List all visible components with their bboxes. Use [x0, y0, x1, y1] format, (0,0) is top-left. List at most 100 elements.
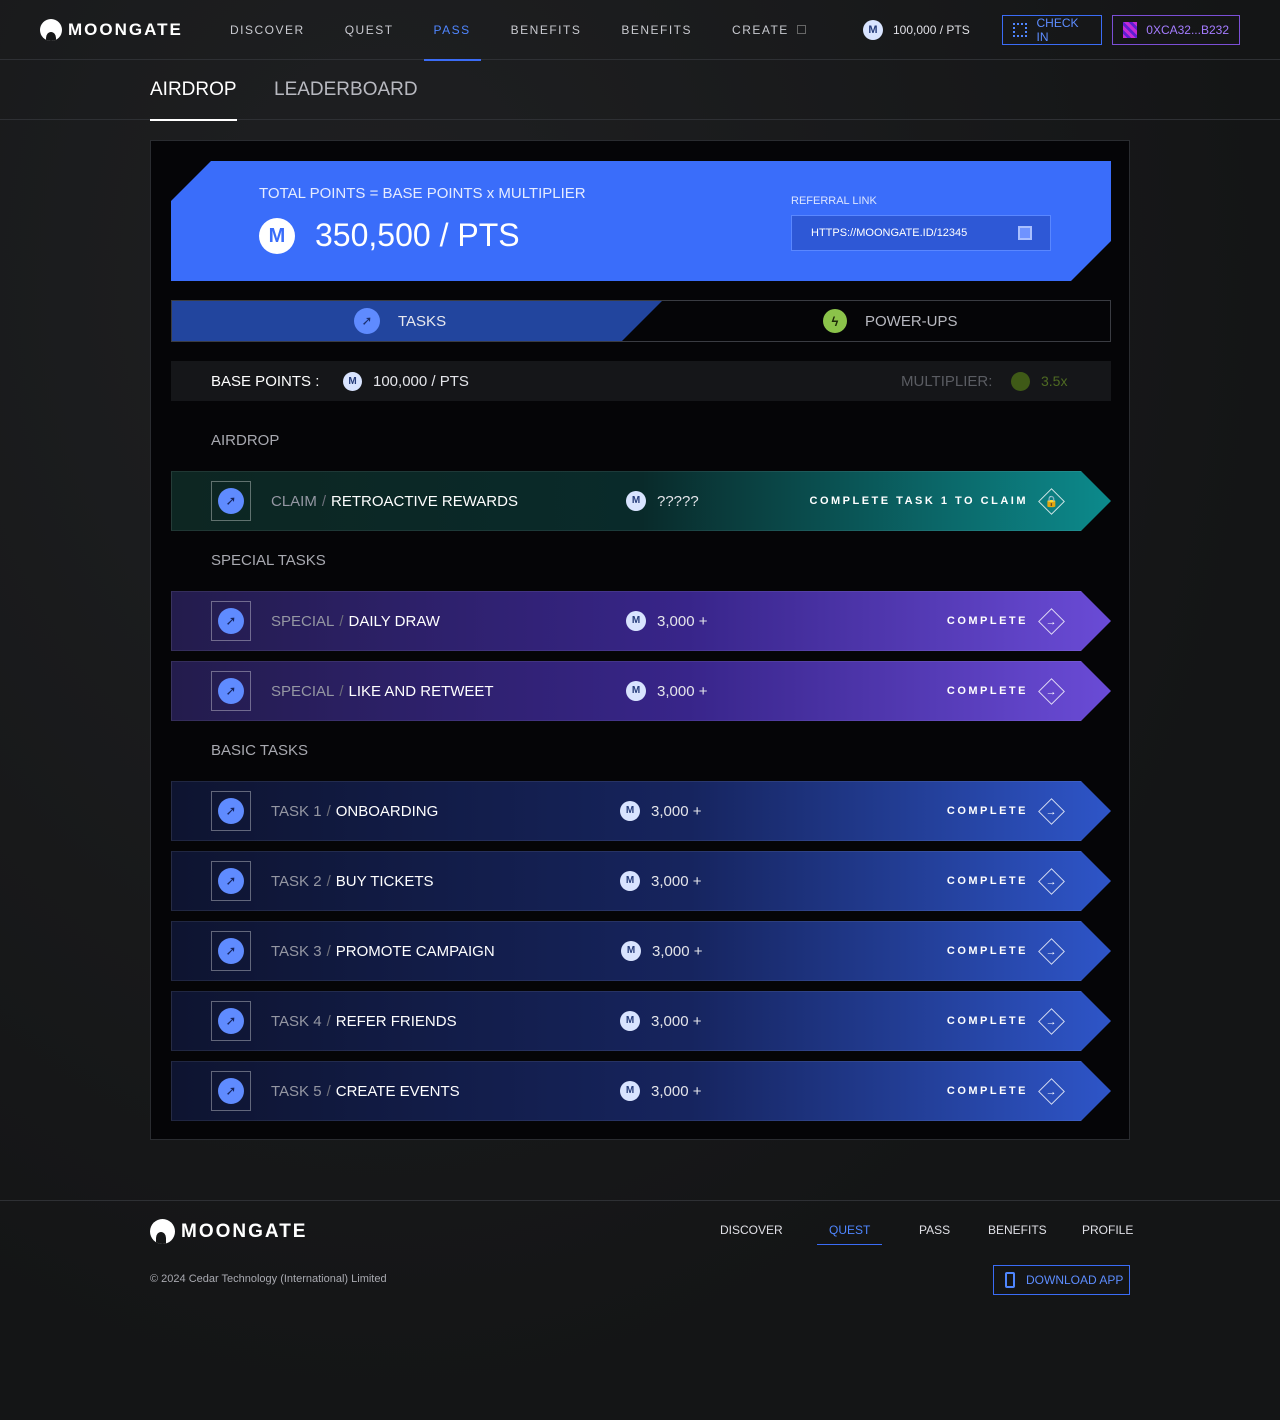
- nav-quest[interactable]: QUEST: [345, 0, 394, 60]
- multiplier-label: MULTIPLIER:: [901, 372, 993, 390]
- arrow-right-icon: →: [1038, 797, 1065, 825]
- task-prefix: CLAIM: [271, 492, 317, 510]
- base-points-value: 100,000 / PTS: [373, 372, 469, 390]
- task-row-buy-tickets[interactable]: ➚ TASK 2 / BUY TICKETS M 3,000 + COMPLET…: [171, 851, 1111, 911]
- top-header: MOONGATE DISCOVER QUEST PASS BENEFITS BE…: [0, 0, 1280, 61]
- task-complete-action[interactable]: COMPLETE →: [947, 781, 1065, 841]
- task-reward-value: 3,000 +: [657, 682, 708, 700]
- brand-name: MOONGATE: [68, 20, 183, 39]
- task-row-create-events[interactable]: ➚ TASK 5 / CREATE EVENTS M 3,000 + COMPL…: [171, 1061, 1111, 1121]
- avatar: [1123, 22, 1138, 38]
- rocket-icon: ➚: [218, 798, 244, 824]
- task-reward-value: 3,000 +: [651, 1012, 702, 1030]
- rocket-icon: ➚: [218, 1078, 244, 1104]
- task-title: REFER FRIENDS: [335, 1012, 457, 1030]
- task-row-daily-draw[interactable]: ➚ SPECIAL / DAILY DRAW M 3,000 + COMPLET…: [171, 591, 1111, 651]
- task-row-retroactive-rewards[interactable]: ➚ CLAIM / RETROACTIVE REWARDS M ????? CO…: [171, 471, 1111, 531]
- task-icon-frame: ➚: [211, 791, 251, 831]
- footer-nav-pass[interactable]: PASS: [919, 1223, 950, 1237]
- moongate-coin-icon: M: [621, 941, 641, 961]
- task-title: BUY TICKETS: [335, 872, 434, 890]
- lock-icon: 🔒: [1038, 487, 1065, 515]
- task-reward: M 3,000 +: [626, 591, 707, 651]
- scan-icon: [1013, 23, 1027, 37]
- copy-icon[interactable]: [1018, 226, 1032, 240]
- check-in-label: CHECK IN: [1036, 16, 1079, 44]
- task-icon-frame: ➚: [211, 601, 251, 641]
- task-row-onboarding[interactable]: ➚ TASK 1 / ONBOARDING M 3,000 + COMPLETE…: [171, 781, 1111, 841]
- external-link-icon: [796, 25, 806, 35]
- total-points-banner: TOTAL POINTS = BASE POINTS x MULTIPLIER …: [171, 161, 1111, 281]
- nav-create-label: CREATE: [732, 23, 789, 37]
- task-name: SPECIAL / LIKE AND RETWEET: [271, 661, 494, 721]
- tab-power-ups[interactable]: ϟ POWER-UPS: [823, 301, 958, 341]
- task-title: ONBOARDING: [335, 802, 439, 820]
- footer-brand-name: MOONGATE: [181, 1220, 308, 1242]
- rocket-icon: ➚: [218, 938, 244, 964]
- lightning-icon: [1011, 371, 1030, 391]
- footer-logo[interactable]: MOONGATE: [150, 1219, 307, 1244]
- nav-create[interactable]: CREATE: [732, 0, 806, 60]
- task-action-label: COMPLETE: [946, 685, 1028, 697]
- wallet-button[interactable]: 0XCA32...B232: [1112, 15, 1240, 45]
- task-complete-action[interactable]: COMPLETE →: [946, 851, 1065, 911]
- moon-logo-icon: [40, 19, 62, 41]
- moongate-coin-icon: M: [259, 217, 295, 254]
- wallet-address: 0XCA32...B232: [1146, 23, 1229, 37]
- tab-leaderboard[interactable]: LEADERBOARD: [274, 60, 418, 120]
- rocket-icon: ➚: [218, 488, 244, 514]
- task-row-refer-friends[interactable]: ➚ TASK 4 / REFER FRIENDS M 3,000 + COMPL…: [171, 991, 1111, 1051]
- arrow-right-icon: →: [1038, 867, 1065, 895]
- task-name: TASK 5 / CREATE EVENTS: [271, 1061, 460, 1121]
- task-action-label: COMPLETE: [946, 615, 1028, 627]
- task-prefix: TASK 4: [271, 1012, 322, 1030]
- task-prefix: SPECIAL: [271, 682, 335, 700]
- footer-nav-benefits[interactable]: BENEFITS: [988, 1223, 1047, 1237]
- moongate-coin-icon: M: [620, 801, 640, 821]
- footer-nav-profile[interactable]: PROFILE: [1082, 1223, 1133, 1237]
- rocket-icon: ➚: [218, 608, 244, 634]
- task-complete-action[interactable]: COMPLETE →: [947, 991, 1065, 1051]
- task-reward: M 3,000 +: [626, 661, 707, 721]
- check-in-button[interactable]: CHECK IN: [1002, 15, 1102, 45]
- tab-tasks[interactable]: ➚ TASKS: [354, 301, 446, 341]
- task-icon-frame: ➚: [211, 861, 251, 901]
- task-complete-action[interactable]: COMPLETE →: [946, 661, 1065, 721]
- referral-link-value: HTTPS://MOONGATE.ID/12345: [811, 227, 968, 239]
- rocket-icon: ➚: [218, 1008, 244, 1034]
- total-points: M 350,500 / PTS: [259, 217, 520, 254]
- task-reward-value: 3,000 +: [652, 942, 703, 960]
- task-reward-value: 3,000 +: [651, 872, 702, 890]
- footer-nav-discover[interactable]: DISCOVER: [720, 1223, 783, 1237]
- task-title: RETROACTIVE REWARDS: [331, 492, 518, 510]
- task-name: TASK 4 / REFER FRIENDS: [271, 991, 457, 1051]
- nav-pass[interactable]: PASS: [423, 0, 481, 61]
- task-separator: /: [326, 1012, 331, 1030]
- nav-benefits-2[interactable]: BENEFITS: [621, 0, 692, 60]
- tab-airdrop[interactable]: AIRDROP: [150, 60, 237, 121]
- brand-logo[interactable]: MOONGATE: [40, 19, 183, 41]
- task-action-label: COMPLETE: [946, 875, 1028, 887]
- task-icon-frame: ➚: [211, 481, 251, 521]
- task-complete-action[interactable]: COMPLETE →: [947, 1061, 1065, 1121]
- task-tabs: ➚ TASKS ϟ POWER-UPS: [171, 300, 1111, 342]
- task-reward: M ?????: [626, 471, 699, 531]
- nav-benefits[interactable]: BENEFITS: [511, 0, 582, 60]
- task-row-promote-campaign[interactable]: ➚ TASK 3 / PROMOTE CAMPAIGN M 3,000 + CO…: [171, 921, 1111, 981]
- task-reward-value: ?????: [657, 492, 699, 510]
- footer-nav-quest[interactable]: QUEST: [816, 1223, 883, 1245]
- task-reward: M 3,000 +: [620, 1061, 701, 1121]
- task-complete-action[interactable]: COMPLETE →: [947, 921, 1065, 981]
- task-reward-value: 3,000 +: [651, 802, 702, 820]
- tab-power-ups-label: POWER-UPS: [865, 312, 958, 330]
- task-claim-action[interactable]: COMPLETE TASK 1 TO CLAIM 🔒: [810, 471, 1065, 531]
- arrow-right-icon: →: [1038, 677, 1065, 705]
- task-row-like-and-retweet[interactable]: ➚ SPECIAL / LIKE AND RETWEET M 3,000 + C…: [171, 661, 1111, 721]
- rocket-icon: ➚: [218, 868, 244, 894]
- task-separator: /: [326, 1082, 331, 1100]
- download-app-button[interactable]: DOWNLOAD APP: [993, 1265, 1130, 1295]
- base-points-label: BASE POINTS :: [211, 372, 320, 390]
- nav-discover[interactable]: DISCOVER: [230, 0, 305, 60]
- referral-link-field[interactable]: HTTPS://MOONGATE.ID/12345: [791, 215, 1051, 251]
- task-complete-action[interactable]: COMPLETE →: [946, 591, 1065, 651]
